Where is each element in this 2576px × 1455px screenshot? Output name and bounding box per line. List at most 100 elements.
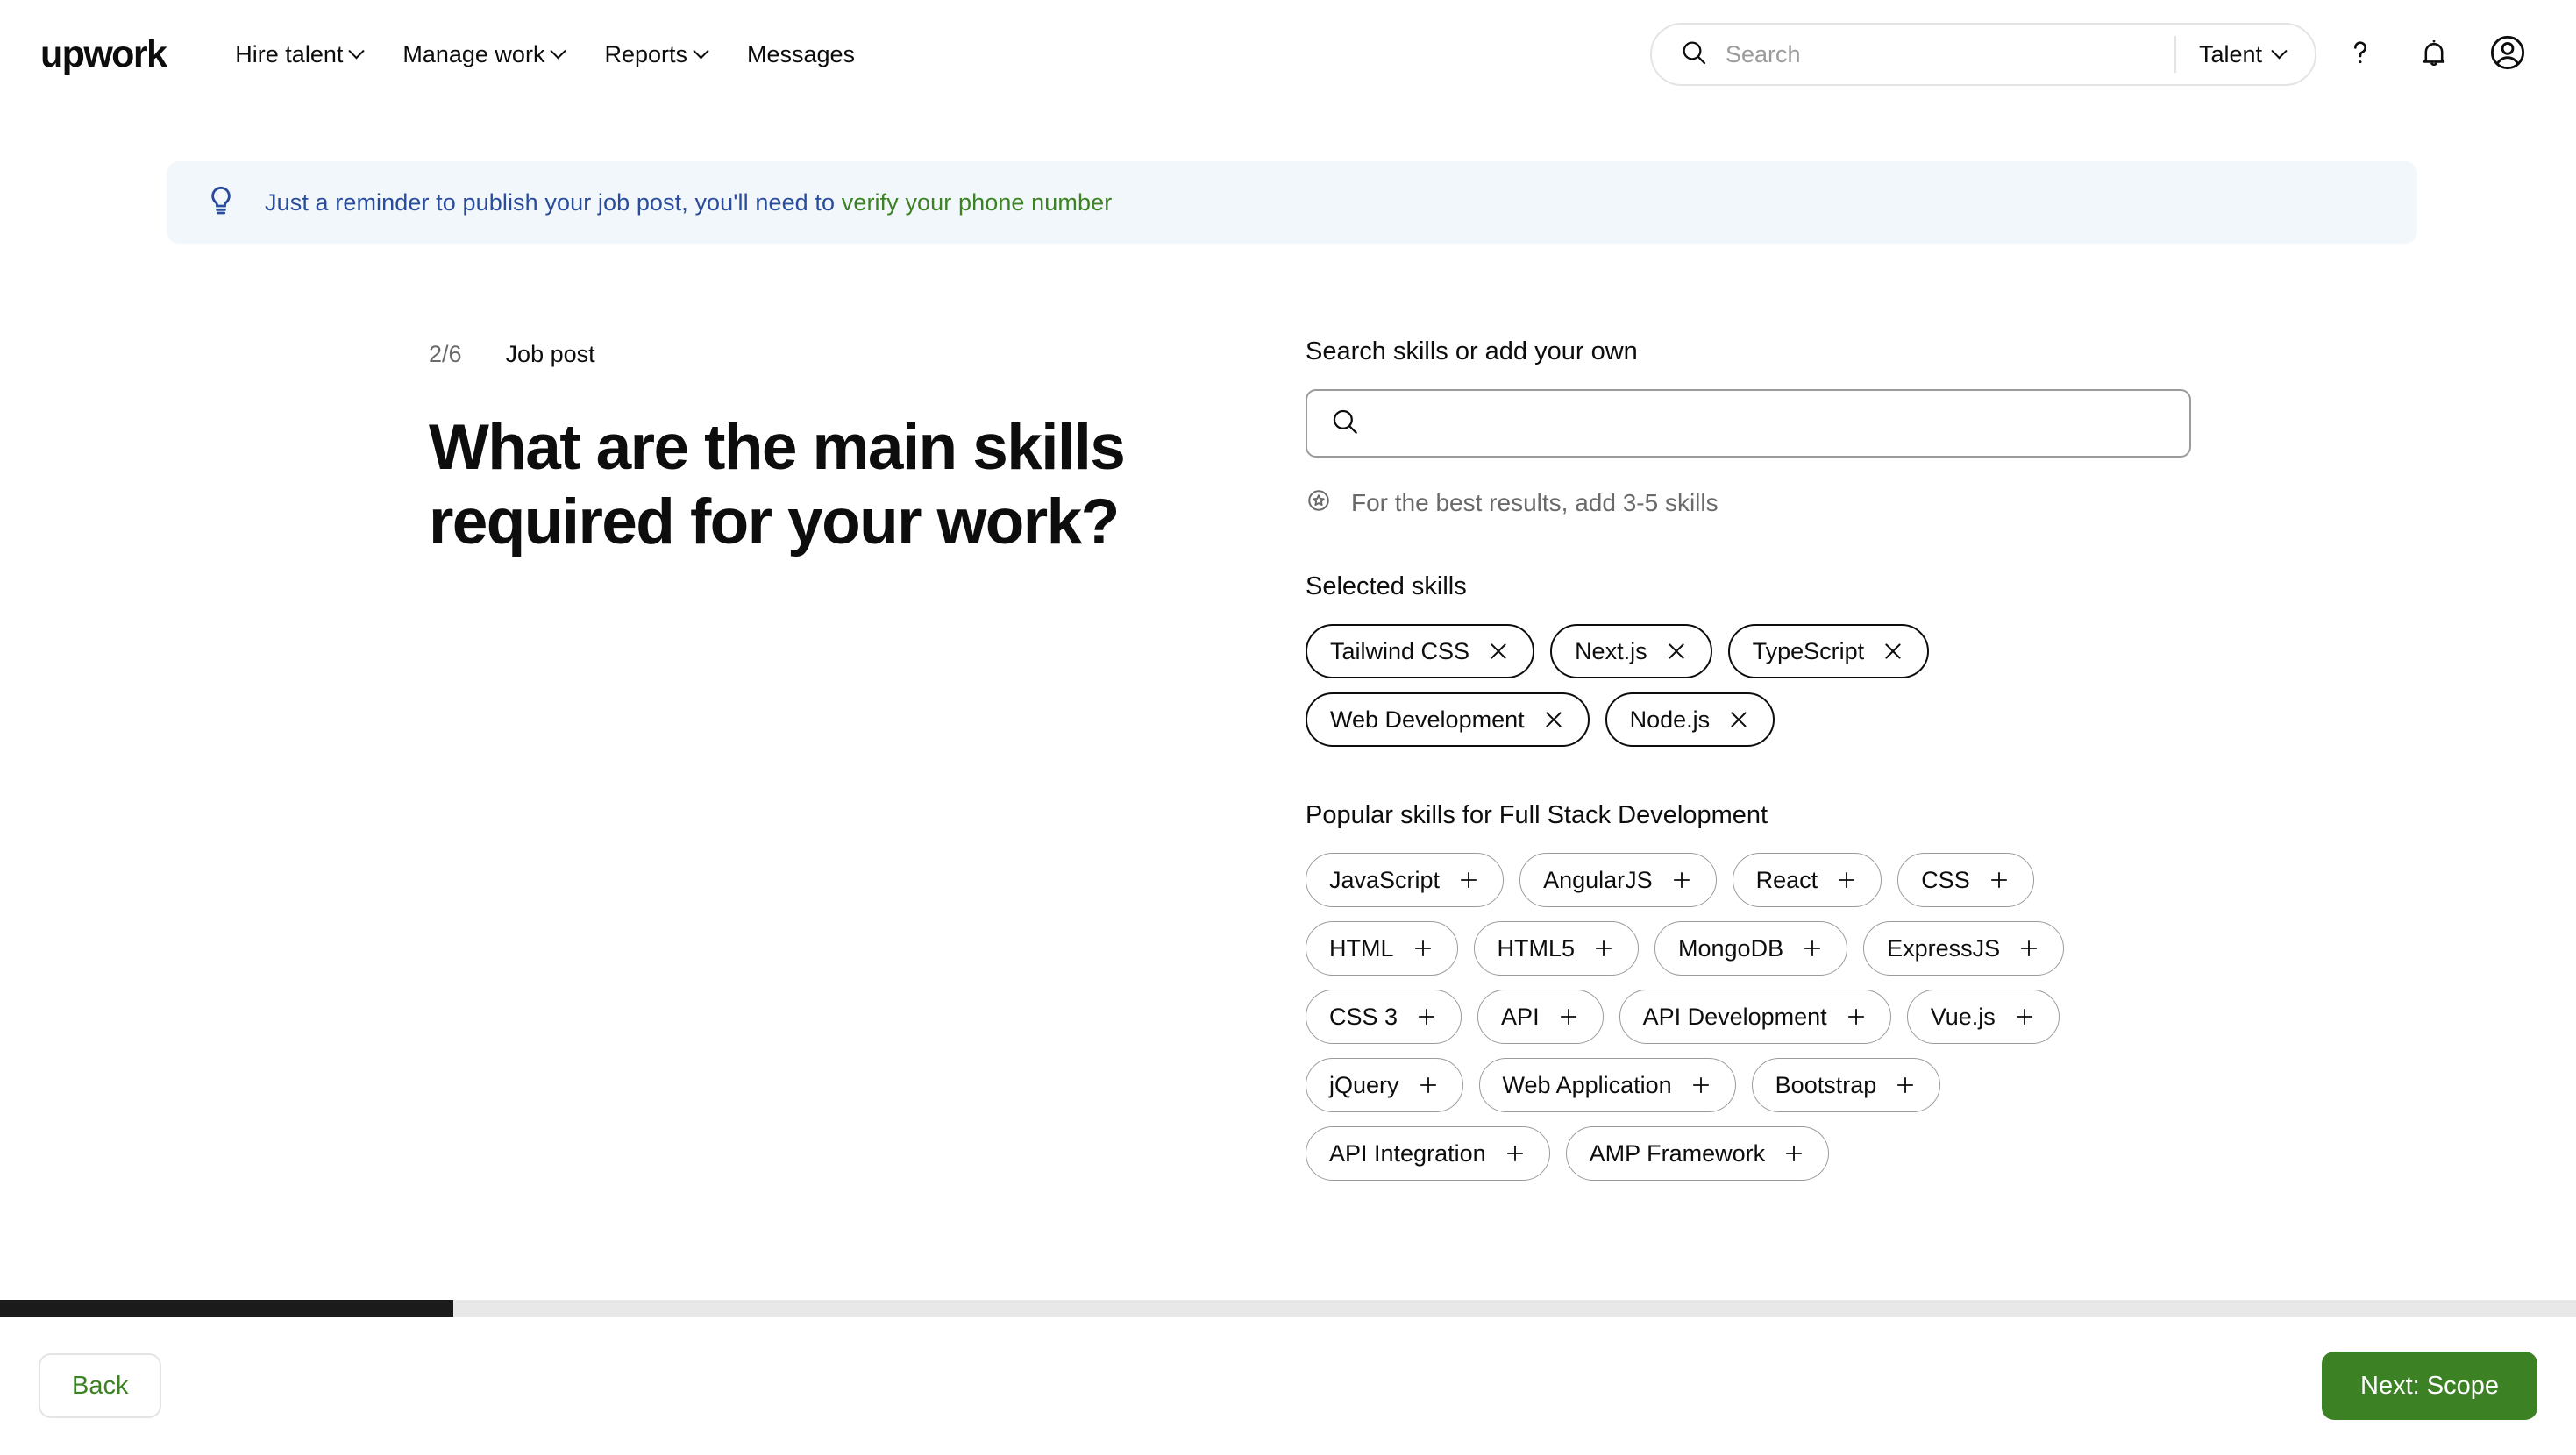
popular-skills-list: JavaScript AngularJS React CSS HTML HTML5 Mong… xyxy=(1306,853,2130,1181)
selected-skill-chip[interactable]: TypeScript xyxy=(1727,624,1930,678)
skills-column: Search skills or add your own For the be… xyxy=(1306,336,2191,1181)
step-indicator: 2/6 Job post xyxy=(429,341,1306,368)
banner-container: Just a reminder to publish your job post… xyxy=(0,109,2576,244)
skill-label: CSS 3 xyxy=(1329,1003,1398,1030)
global-search-input[interactable] xyxy=(1726,25,2167,84)
nav-item-messages[interactable]: Messages xyxy=(727,32,875,77)
add-skill-icon[interactable] xyxy=(1801,937,1824,960)
remove-skill-icon[interactable] xyxy=(1727,708,1750,731)
skill-label: Bootstrap xyxy=(1775,1071,1877,1098)
popular-skill-chip[interactable]: React xyxy=(1732,853,1882,907)
skill-label: MongoDB xyxy=(1678,934,1784,962)
skill-label: API Development xyxy=(1642,1003,1827,1030)
selected-skill-chip[interactable]: Node.js xyxy=(1605,692,1775,747)
popular-skill-chip[interactable]: API xyxy=(1477,990,1604,1044)
remove-skill-icon[interactable] xyxy=(1882,640,1904,663)
popular-skill-chip[interactable]: HTML xyxy=(1306,921,1458,976)
add-skill-icon[interactable] xyxy=(1592,937,1615,960)
add-skill-icon[interactable] xyxy=(1504,1142,1526,1165)
popular-skill-chip[interactable]: MongoDB xyxy=(1654,921,1848,976)
scrollbar-thumb[interactable] xyxy=(0,1300,454,1317)
help-button[interactable] xyxy=(2330,25,2390,84)
user-menu-button[interactable] xyxy=(2478,25,2537,84)
selected-skill-chip[interactable]: Web Development xyxy=(1306,692,1590,747)
selected-skill-chip[interactable]: Next.js xyxy=(1550,624,1712,678)
popular-skill-chip[interactable]: JavaScript xyxy=(1306,853,1505,907)
upwork-logo[interactable]: upwork xyxy=(40,35,167,74)
popular-skill-chip[interactable]: API Development xyxy=(1619,990,1891,1044)
add-skill-icon[interactable] xyxy=(1783,1142,1805,1165)
add-skill-icon[interactable] xyxy=(1412,937,1434,960)
next-scope-button[interactable]: Next: Scope xyxy=(2322,1352,2537,1420)
add-skill-icon[interactable] xyxy=(1690,1074,1712,1097)
popular-skill-chip[interactable]: AngularJS xyxy=(1519,853,1717,907)
add-skill-icon[interactable] xyxy=(2013,1005,2036,1028)
skill-label: TypeScript xyxy=(1752,637,1865,664)
add-skill-icon[interactable] xyxy=(1417,1074,1440,1097)
skill-label: ExpressJS xyxy=(1887,934,2001,962)
skill-label: HTML xyxy=(1329,934,1394,962)
nav-item-label: Manage work xyxy=(402,40,545,67)
add-skill-icon[interactable] xyxy=(1457,869,1480,891)
phone-verification-banner: Just a reminder to publish your job post… xyxy=(167,161,2417,244)
skill-label: API Integration xyxy=(1329,1139,1486,1167)
main-nav: Hire talent Manage work Reports Messages xyxy=(215,32,875,77)
add-skill-icon[interactable] xyxy=(1835,869,1858,891)
add-skill-icon[interactable] xyxy=(1557,1005,1580,1028)
skills-search-input[interactable] xyxy=(1376,391,2167,456)
search-scope-label: Talent xyxy=(2198,40,2262,67)
add-skill-icon[interactable] xyxy=(1845,1005,1868,1028)
remove-skill-icon[interactable] xyxy=(1542,708,1565,731)
page-title: What are the main skills required for yo… xyxy=(429,412,1126,558)
chevron-down-icon xyxy=(693,42,709,59)
skill-label: AngularJS xyxy=(1543,866,1653,893)
banner-message: Just a reminder to publish your job post… xyxy=(265,189,1112,216)
nav-item-manage-work[interactable]: Manage work xyxy=(382,32,584,77)
global-search-box[interactable]: Talent xyxy=(1650,23,2316,86)
skills-hint-text: For the best results, add 3-5 skills xyxy=(1351,488,1719,516)
skill-label: AMP Framework xyxy=(1589,1139,1766,1167)
add-skill-icon[interactable] xyxy=(2017,937,2040,960)
nav-item-hire-talent[interactable]: Hire talent xyxy=(215,32,382,77)
popular-skill-chip[interactable]: ExpressJS xyxy=(1863,921,2065,976)
step-number: 2/6 xyxy=(429,341,462,367)
banner-message-text: Just a reminder to publish your job post… xyxy=(265,188,842,216)
selected-skills-list: Tailwind CSS Next.js TypeScript Web Develop… xyxy=(1306,624,2130,747)
skill-label: Tailwind CSS xyxy=(1330,637,1470,664)
verify-phone-number-link[interactable]: verify your phone number xyxy=(842,189,1113,216)
popular-skills-title: Popular skills for Full Stack Developmen… xyxy=(1306,801,1768,829)
popular-skill-chip[interactable]: CSS xyxy=(1897,853,2034,907)
add-skill-icon[interactable] xyxy=(1415,1005,1438,1028)
search-scope-select[interactable]: Talent xyxy=(2199,41,2304,68)
add-skill-icon[interactable] xyxy=(1988,869,2010,891)
nav-item-label: Reports xyxy=(604,40,687,67)
help-icon xyxy=(2343,35,2378,75)
selected-skill-chip[interactable]: Tailwind CSS xyxy=(1306,624,1535,678)
lightbulb-icon xyxy=(203,183,238,223)
popular-skill-chip[interactable]: AMP Framework xyxy=(1565,1126,1830,1181)
popular-skill-chip[interactable]: Web Application xyxy=(1478,1058,1736,1112)
popular-skill-chip[interactable]: CSS 3 xyxy=(1306,990,1462,1044)
popular-skill-chip[interactable]: Vue.js xyxy=(1906,990,2060,1044)
add-skill-icon[interactable] xyxy=(1894,1074,1917,1097)
popular-skill-chip[interactable]: Bootstrap xyxy=(1751,1058,1941,1112)
skill-label: Vue.js xyxy=(1930,1003,1996,1030)
nav-item-label: Messages xyxy=(747,40,856,67)
horizontal-scrollbar[interactable] xyxy=(0,1300,2576,1317)
skill-label: Web Development xyxy=(1330,706,1525,733)
add-skill-icon[interactable] xyxy=(1670,869,1693,891)
back-button[interactable]: Back xyxy=(39,1353,162,1418)
skill-label: jQuery xyxy=(1329,1071,1399,1098)
remove-skill-icon[interactable] xyxy=(1487,640,1510,663)
search-icon xyxy=(1680,39,1708,71)
notifications-bell-icon xyxy=(2417,36,2451,74)
notifications-button[interactable] xyxy=(2404,25,2464,84)
remove-skill-icon[interactable] xyxy=(1665,640,1688,663)
nav-item-reports[interactable]: Reports xyxy=(584,32,727,77)
popular-skill-chip[interactable]: jQuery xyxy=(1306,1058,1463,1112)
popular-skill-chip[interactable]: API Integration xyxy=(1306,1126,1550,1181)
chevron-down-icon xyxy=(550,42,567,59)
skills-search-box[interactable] xyxy=(1306,389,2191,458)
chevron-down-icon xyxy=(348,42,366,59)
popular-skill-chip[interactable]: HTML5 xyxy=(1473,921,1640,976)
